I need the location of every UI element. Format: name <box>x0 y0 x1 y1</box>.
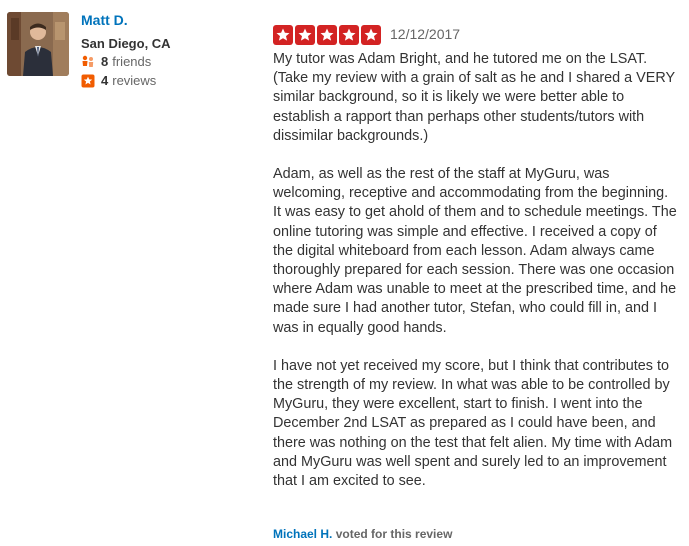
reviews-stat: 4 reviews <box>81 73 156 88</box>
reviews-label: reviews <box>112 73 157 88</box>
review-date: 12/12/2017 <box>390 26 461 42</box>
vote-note: Michael H. voted for this review <box>273 527 452 541</box>
star-icon <box>295 25 315 45</box>
friends-stat: 8 friends <box>81 54 151 69</box>
reviewer-location: San Diego, CA <box>81 36 171 51</box>
star-icon <box>317 25 337 45</box>
friends-label: friends <box>112 54 152 69</box>
friends-count: 8 <box>101 54 109 69</box>
avatar[interactable] <box>7 12 69 76</box>
star-icon <box>339 25 359 45</box>
review-paragraph: Adam, as well as the rest of the staff a… <box>273 166 677 336</box>
reviewer-name[interactable]: Matt D. <box>81 12 128 28</box>
review-text: My tutor was Adam Bright, and he tutored… <box>273 50 678 510</box>
star-icon <box>361 25 381 45</box>
friends-icon <box>81 55 95 69</box>
avatar-photo <box>7 12 69 76</box>
vote-text: voted for this review <box>335 527 453 541</box>
star-icon <box>273 25 293 45</box>
star-badge-icon <box>81 74 95 88</box>
voter-name[interactable]: Michael H. <box>273 527 332 541</box>
star-rating <box>273 25 381 45</box>
review-paragraph: My tutor was Adam Bright, and he tutored… <box>273 51 675 144</box>
reviews-count: 4 <box>101 73 109 88</box>
review-paragraph: I have not yet received my score, but I … <box>273 357 673 490</box>
